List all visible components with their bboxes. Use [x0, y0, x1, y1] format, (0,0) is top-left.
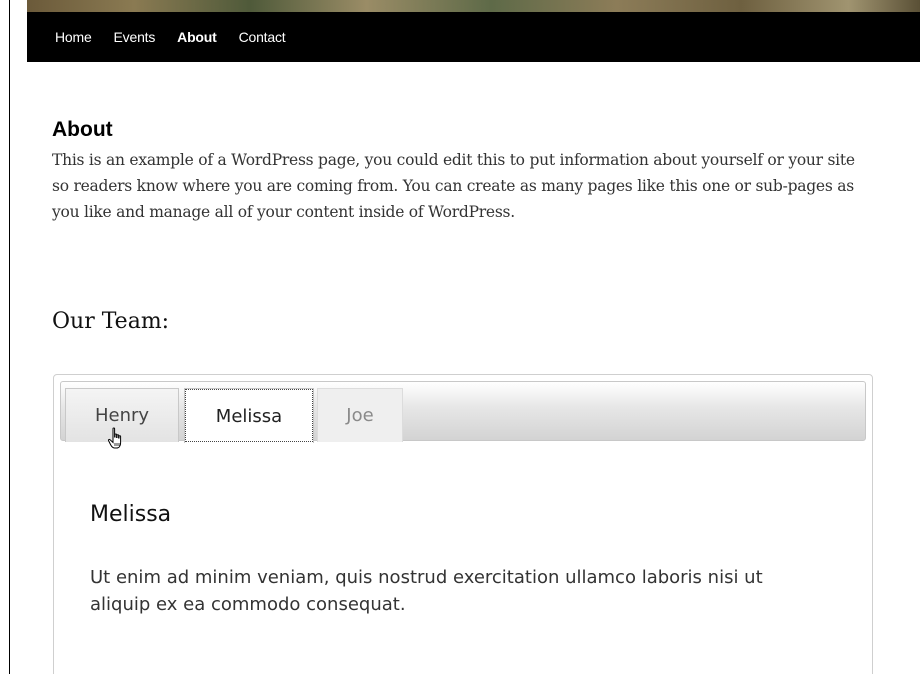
tab-melissa[interactable]: Melissa: [184, 388, 314, 443]
page-title: About: [52, 118, 113, 141]
page-border: [9, 0, 10, 674]
header-image: [27, 0, 920, 12]
team-tabs-widget: Henry Melissa Joe Melissa Ut enim ad min…: [53, 374, 873, 674]
tab-joe[interactable]: Joe: [317, 388, 403, 442]
nav-link-about[interactable]: About: [177, 29, 217, 45]
tab-bar: Henry Melissa Joe: [60, 381, 866, 443]
nav-link-events[interactable]: Events: [114, 29, 156, 45]
tab-panel-title: Melissa: [90, 502, 172, 527]
intro-paragraph: This is an example of a WordPress page, …: [52, 151, 855, 221]
team-heading: Our Team:: [52, 309, 170, 334]
nav-link-home[interactable]: Home: [55, 29, 92, 45]
hand-pointer-icon: [107, 427, 122, 449]
page: Home Events About Contact About This is …: [0, 0, 920, 674]
nav-link-contact[interactable]: Contact: [239, 29, 286, 45]
tab-panel-text: Ut enim ad minim veniam, quis nostrud ex…: [90, 567, 763, 615]
main-navigation: Home Events About Contact: [27, 12, 920, 62]
